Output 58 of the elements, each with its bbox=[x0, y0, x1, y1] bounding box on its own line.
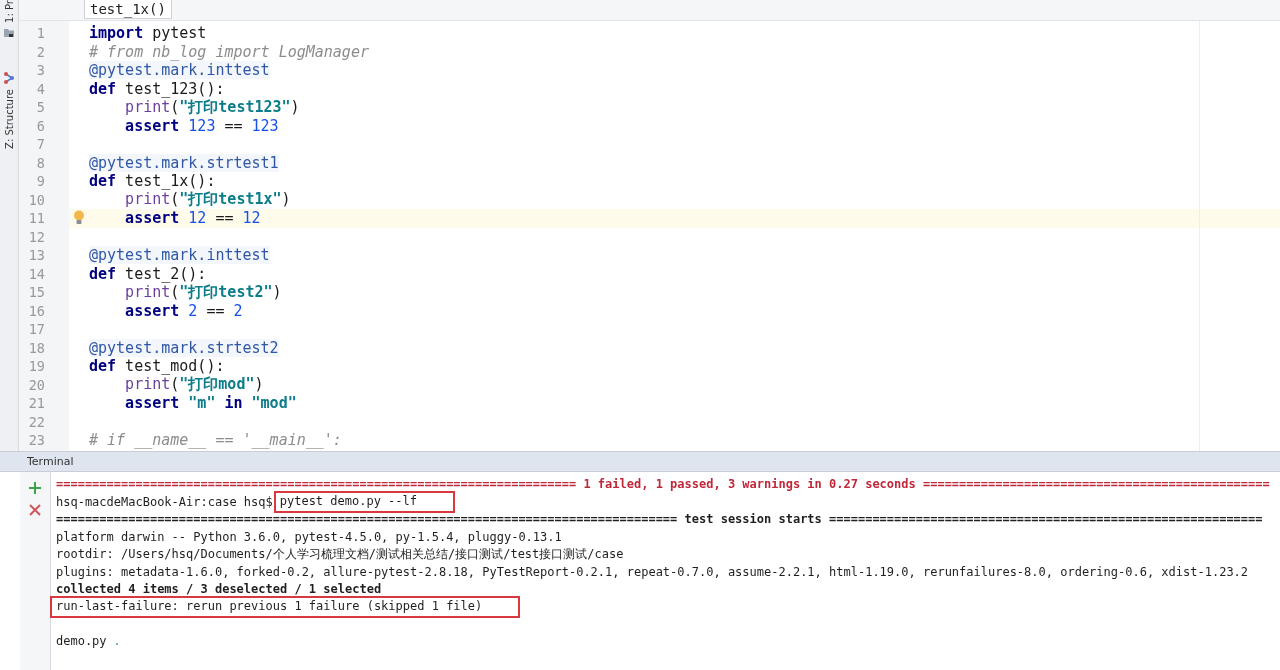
line-number: 3 bbox=[35, 62, 45, 79]
tool-window-tab[interactable]: 1: Pr bbox=[3, 0, 15, 23]
line-number: 12 bbox=[27, 228, 45, 245]
line-number: 16 bbox=[27, 302, 45, 319]
line-number: 5 bbox=[35, 99, 45, 116]
code-line: assert 12 == 12 bbox=[124, 209, 261, 228]
code-line: print("打印test123") bbox=[124, 97, 300, 117]
code-line: # if __name__ == '__main__': bbox=[89, 431, 342, 450]
panel-title: Terminal bbox=[27, 455, 74, 468]
terminal-text: . bbox=[113, 633, 121, 650]
line-number: 19 bbox=[27, 358, 45, 375]
code-line: assert "m" in "mod" bbox=[124, 394, 297, 413]
line-number: 9 bbox=[35, 173, 45, 190]
line-number: 20 bbox=[27, 376, 45, 393]
folder-icon bbox=[3, 26, 15, 39]
line-number: 21 bbox=[27, 395, 45, 412]
breadcrumb[interactable]: test_1x() bbox=[84, 0, 172, 19]
line-number: 7 bbox=[35, 136, 45, 153]
code-line: print("打印mod") bbox=[124, 375, 264, 395]
code-line: # from nb_log import LogManager bbox=[89, 42, 369, 61]
code-line: print("打印test1x") bbox=[124, 190, 291, 210]
line-number: 10 bbox=[27, 191, 45, 208]
add-icon[interactable] bbox=[28, 481, 42, 495]
line-number: 6 bbox=[35, 117, 45, 134]
line-number: 17 bbox=[27, 321, 45, 338]
terminal-text: platform darwin -- Python 3.6.0, pytest-4.5.0, py-1.5.4, pluggy-0.13.1 bbox=[56, 528, 562, 546]
code-line: print("打印test2") bbox=[124, 282, 282, 302]
terminal-text: run-last-failure: rerun previous 1 failure (skipped 1 file) bbox=[50, 596, 521, 619]
code-line: def test_2(): bbox=[89, 264, 207, 283]
terminal-text: hsq-macdeMacBook-Air:case hsq$ bbox=[56, 493, 273, 511]
lightbulb-icon[interactable] bbox=[73, 210, 85, 226]
line-number: 8 bbox=[35, 154, 45, 171]
line-number: 14 bbox=[27, 265, 45, 282]
code-line: def test_123(): bbox=[89, 79, 225, 98]
tool-window-tab[interactable]: Z: Structure bbox=[3, 88, 15, 149]
terminal-text: collected 4 items / 3 deselected / 1 selected bbox=[56, 581, 382, 598]
line-number: 4 bbox=[35, 80, 45, 97]
line-number: 1 bbox=[35, 25, 45, 42]
structure-icon bbox=[3, 70, 15, 85]
terminal-text: ======================================================================== 1 failed, 1 passed, 3 warnings in 0.27 seconds ================================================ bbox=[56, 476, 1270, 493]
line-number: 22 bbox=[27, 413, 45, 430]
terminal-text: pytest demo.py --lf bbox=[273, 491, 456, 514]
line-number: 2 bbox=[35, 43, 45, 60]
code-line: import pytest bbox=[89, 24, 207, 43]
line-number: 13 bbox=[27, 247, 45, 264]
terminal-text: rootdir: /Users/hsq/Documents/个人学习梳理文档/测试相关总结/接口测试/test接口测试/case bbox=[56, 546, 624, 563]
terminal-text: demo.py bbox=[56, 633, 107, 650]
line-number: 15 bbox=[27, 284, 45, 301]
code-line: def test_mod(): bbox=[89, 357, 225, 376]
line-number: 18 bbox=[27, 339, 45, 356]
close-icon[interactable] bbox=[28, 503, 42, 517]
code-line: assert 123 == 123 bbox=[124, 116, 279, 135]
code-line: assert 2 == 2 bbox=[124, 301, 243, 320]
terminal-text: ====================================================================================== test session starts ============================================================ bbox=[56, 511, 1263, 528]
line-number: 23 bbox=[27, 432, 45, 449]
line-number: 11 bbox=[27, 210, 45, 227]
code-line: def test_1x(): bbox=[89, 172, 216, 191]
terminal-text: plugins: metadata-1.6.0, forked-0.2, allure-pytest-2.8.18, PyTestReport-0.2.1, repeat-0.7.0, assume-2.2.1, html-1.19.0, rerunfailures-8.0, ordering-0.6, xdist-1.23.2 bbox=[56, 563, 1249, 581]
